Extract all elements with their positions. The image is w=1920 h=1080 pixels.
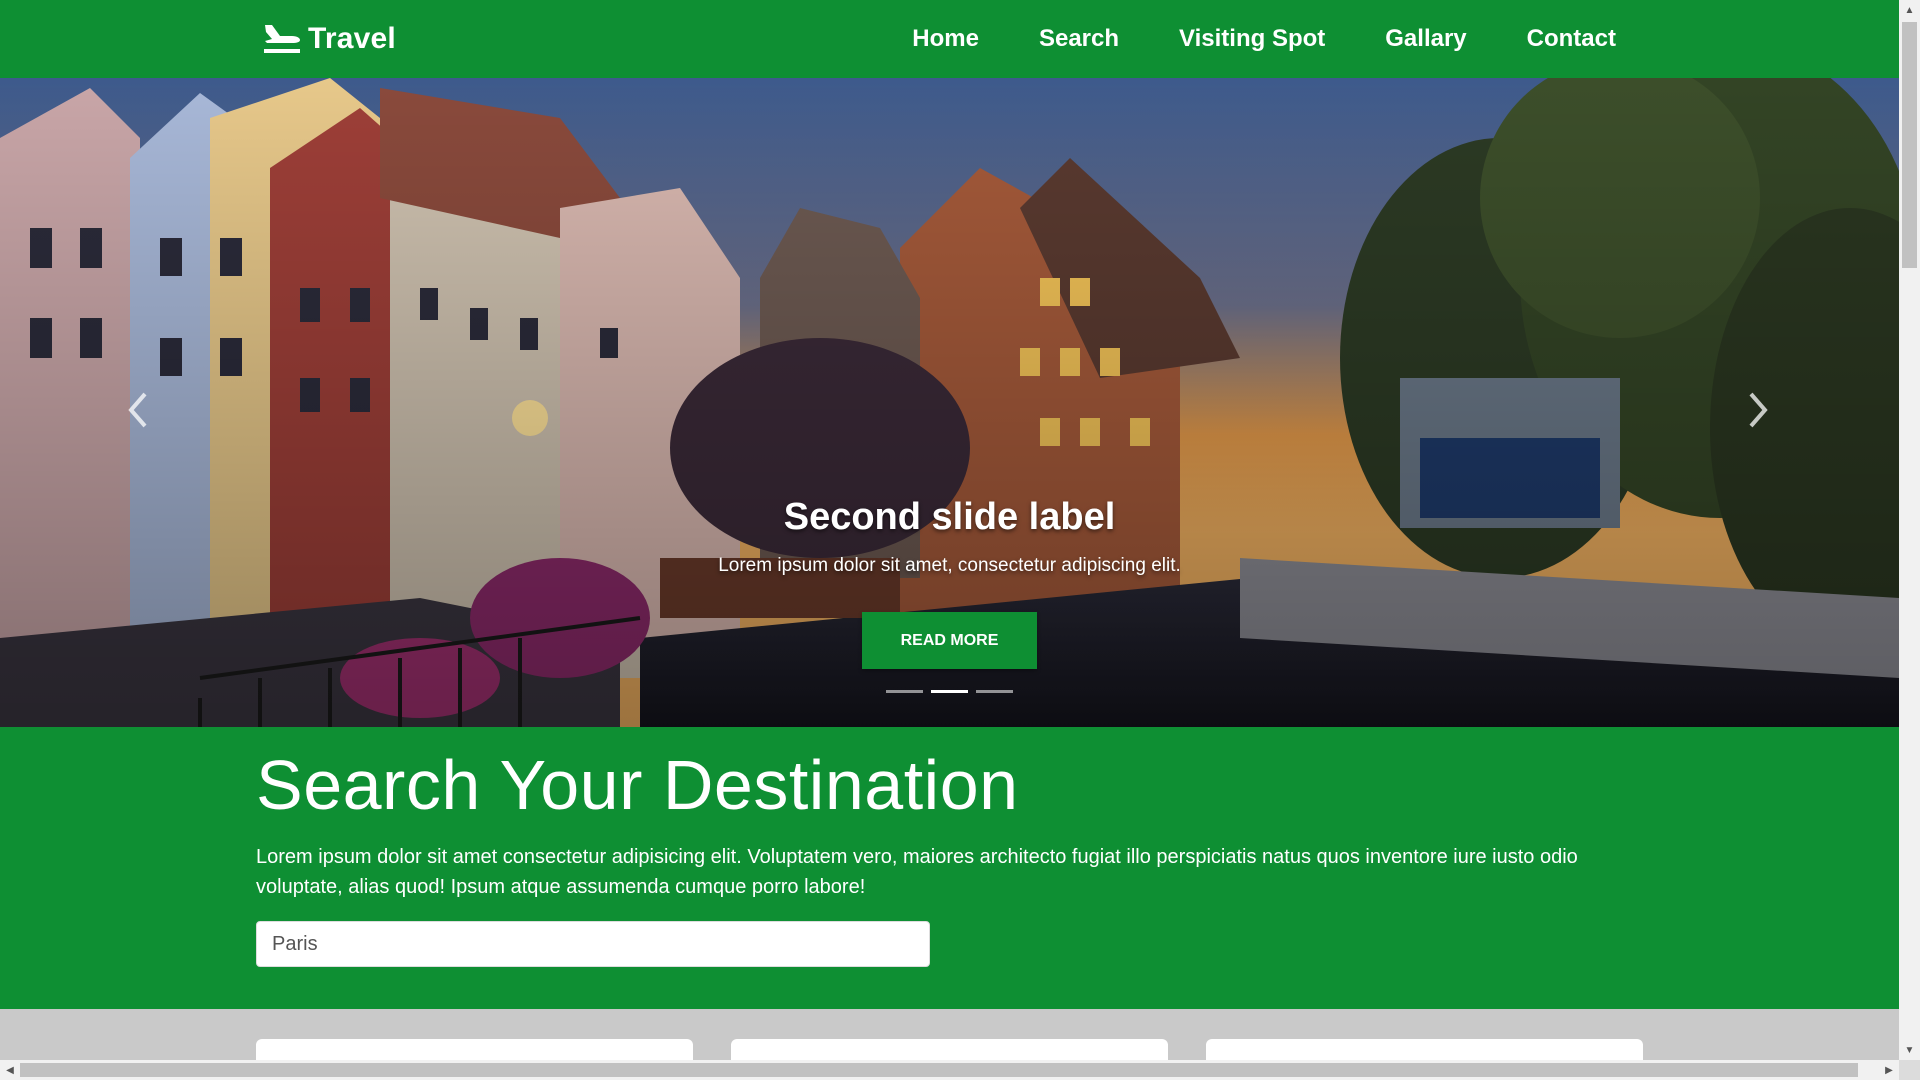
brand-name: Travel	[308, 22, 396, 55]
nav-contact-link[interactable]: Contact	[1527, 25, 1616, 53]
carousel-indicator-1[interactable]	[886, 690, 923, 693]
destination-card-3[interactable]	[1206, 1039, 1643, 1060]
destination-search-input[interactable]	[256, 921, 930, 967]
search-heading: Search Your Destination	[256, 746, 1019, 824]
nav-home-link[interactable]: Home	[912, 25, 979, 53]
scrollbar-corner	[1899, 1060, 1920, 1080]
horizontal-scroll-thumb[interactable]	[20, 1063, 1858, 1077]
search-section: Search Your Destination Lorem ipsum dolo…	[0, 727, 1899, 1009]
scroll-up-icon[interactable]: ▲	[1899, 0, 1920, 20]
scroll-down-icon[interactable]: ▼	[1899, 1040, 1920, 1060]
chevron-left-icon	[128, 392, 147, 428]
brand-logo[interactable]: Travel	[262, 18, 396, 60]
navbar: Travel Home Search Visiting Spot Gallary…	[0, 0, 1899, 78]
plane-icon	[264, 25, 300, 53]
nav-search-link[interactable]: Search	[1039, 25, 1119, 53]
carousel-prev-button[interactable]	[118, 380, 158, 440]
horizontal-scrollbar[interactable]: ◀ ▶	[0, 1060, 1899, 1080]
scroll-right-icon[interactable]: ▶	[1879, 1060, 1899, 1080]
cards-section	[0, 1009, 1899, 1060]
scroll-left-icon[interactable]: ◀	[0, 1060, 20, 1080]
chevron-right-icon	[1749, 392, 1768, 428]
destination-card-2[interactable]	[731, 1039, 1168, 1060]
caption-title: Second slide label	[783, 496, 1116, 538]
vertical-scroll-thumb[interactable]	[1902, 22, 1917, 268]
search-description: Lorem ipsum dolor sit amet consectetur a…	[256, 846, 1578, 898]
carousel-indicator-3[interactable]	[976, 690, 1013, 693]
carousel-indicator-2[interactable]	[931, 690, 968, 693]
page: Travel Home Search Visiting Spot Gallary…	[0, 0, 1899, 1060]
nav-visiting-spot-link[interactable]: Visiting Spot	[1179, 25, 1325, 53]
caption-text: Lorem ipsum dolor sit amet, consectetur …	[718, 555, 1181, 576]
nav-gallery-link[interactable]: Gallary	[1385, 25, 1466, 53]
main-nav: Home Search Visiting Spot Gallary Contac…	[912, 0, 1616, 78]
read-more-button[interactable]: READ MORE	[862, 612, 1037, 669]
carousel-next-button[interactable]	[1738, 380, 1778, 440]
vertical-scrollbar[interactable]: ▲ ▼	[1899, 0, 1920, 1060]
carousel-indicators	[0, 690, 1899, 693]
destination-card-1[interactable]	[256, 1039, 693, 1060]
